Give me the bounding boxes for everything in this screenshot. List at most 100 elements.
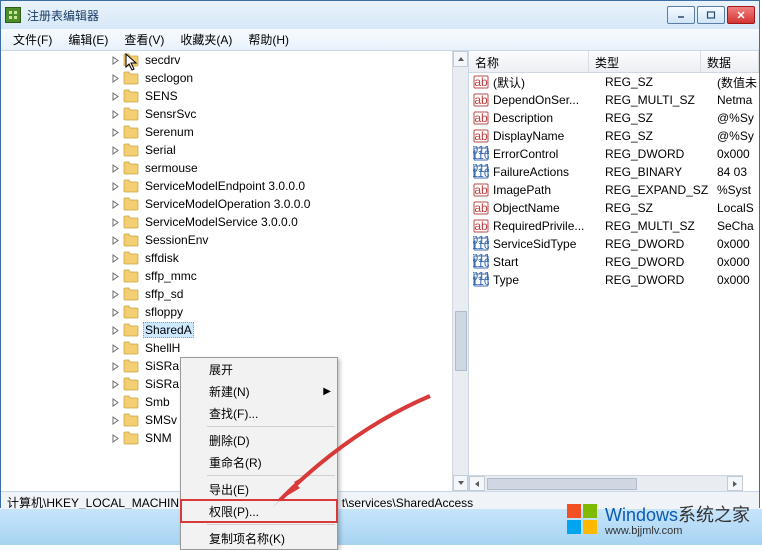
string-value-icon: ab — [473, 74, 489, 90]
folder-icon — [123, 71, 139, 85]
expand-icon[interactable] — [109, 396, 121, 408]
scroll-thumb[interactable] — [455, 311, 467, 371]
ctx-separator — [207, 524, 335, 525]
tree-item[interactable]: ShellH — [1, 339, 452, 357]
menu-favorites[interactable]: 收藏夹(A) — [172, 29, 240, 50]
list-row[interactable]: 011110ErrorControlREG_DWORD0x000 — [469, 145, 759, 163]
expand-icon[interactable] — [109, 432, 121, 444]
folder-icon — [123, 341, 139, 355]
value-name: ServiceSidType — [493, 237, 605, 251]
tree-item[interactable]: Serenum — [1, 123, 452, 141]
ctx-new[interactable]: 新建(N) ▶ — [181, 380, 337, 402]
ctx-rename[interactable]: 重命名(R) — [181, 451, 337, 473]
list-row[interactable]: 011110FailureActionsREG_BINARY84 03 — [469, 163, 759, 181]
folder-icon — [123, 107, 139, 121]
list-row[interactable]: abDependOnSer...REG_MULTI_SZNetma — [469, 91, 759, 109]
value-name: Type — [493, 273, 605, 287]
tree-item[interactable]: sfloppy — [1, 303, 452, 321]
expand-icon[interactable] — [109, 216, 121, 228]
expand-icon[interactable] — [109, 306, 121, 318]
list-row[interactable]: abImagePathREG_EXPAND_SZ%Syst — [469, 181, 759, 199]
list-row[interactable]: 011110ServiceSidTypeREG_DWORD0x000 — [469, 235, 759, 253]
expand-icon[interactable] — [109, 414, 121, 426]
value-name: (默认) — [493, 74, 605, 91]
expand-icon[interactable] — [109, 324, 121, 336]
expand-icon[interactable] — [109, 252, 121, 264]
expand-icon[interactable] — [109, 108, 121, 120]
submenu-arrow-icon: ▶ — [323, 386, 331, 397]
list-row[interactable]: abDisplayNameREG_SZ@%Sy — [469, 127, 759, 145]
scroll-thumb[interactable] — [487, 478, 637, 490]
folder-icon — [123, 197, 139, 211]
list-row[interactable]: 011110StartREG_DWORD0x000 — [469, 253, 759, 271]
expand-icon[interactable] — [109, 270, 121, 282]
expand-icon[interactable] — [109, 180, 121, 192]
expand-icon[interactable] — [109, 162, 121, 174]
expand-icon[interactable] — [109, 234, 121, 246]
menu-help[interactable]: 帮助(H) — [240, 29, 297, 50]
expand-icon[interactable] — [109, 126, 121, 138]
value-data: LocalS — [717, 201, 759, 215]
list-row[interactable]: abDescriptionREG_SZ@%Sy — [469, 109, 759, 127]
expand-icon[interactable] — [109, 360, 121, 372]
expand-icon[interactable] — [109, 342, 121, 354]
tree-item[interactable]: sermouse — [1, 159, 452, 177]
close-button[interactable] — [727, 6, 755, 24]
tree-label: ServiceModelService 3.0.0.0 — [143, 215, 300, 229]
svg-text:110: 110 — [473, 148, 489, 162]
tree-label: SiSRa — [143, 377, 181, 391]
column-type[interactable]: 类型 — [589, 51, 701, 72]
ctx-delete[interactable]: 删除(D) — [181, 429, 337, 451]
binary-value-icon: 011110 — [473, 254, 489, 270]
tree-item[interactable]: seclogon — [1, 69, 452, 87]
column-name[interactable]: 名称 — [469, 51, 589, 72]
tree-item[interactable]: sffp_sd — [1, 285, 452, 303]
tree-item[interactable]: SharedA — [1, 321, 452, 339]
ctx-export[interactable]: 导出(E) — [181, 478, 337, 500]
tree-item[interactable]: SensrSvc — [1, 105, 452, 123]
scroll-right-arrow-icon[interactable] — [727, 476, 743, 491]
tree-item[interactable]: SENS — [1, 87, 452, 105]
ctx-copy-key-name[interactable]: 复制项名称(K) — [181, 527, 337, 549]
expand-icon[interactable] — [109, 72, 121, 84]
list-row[interactable]: abRequiredPrivile...REG_MULTI_SZSeCha — [469, 217, 759, 235]
scroll-left-arrow-icon[interactable] — [469, 476, 485, 491]
menu-file[interactable]: 文件(F) — [5, 29, 60, 50]
folder-icon — [123, 305, 139, 319]
expand-icon[interactable] — [109, 378, 121, 390]
minimize-button[interactable] — [667, 6, 695, 24]
tree-item[interactable]: Serial — [1, 141, 452, 159]
value-data: @%Sy — [717, 111, 759, 125]
ctx-expand[interactable]: 展开 — [181, 358, 337, 380]
menu-view[interactable]: 查看(V) — [116, 29, 172, 50]
tree-item[interactable]: secdrv — [1, 51, 452, 69]
tree-label: ServiceModelOperation 3.0.0.0 — [143, 197, 312, 211]
tree-item[interactable]: sffp_mmc — [1, 267, 452, 285]
tree-item[interactable]: ServiceModelOperation 3.0.0.0 — [1, 195, 452, 213]
list-row[interactable]: 011110TypeREG_DWORD0x000 — [469, 271, 759, 289]
list-row[interactable]: abObjectNameREG_SZLocalS — [469, 199, 759, 217]
expand-icon[interactable] — [109, 144, 121, 156]
tree-item[interactable]: sffdisk — [1, 249, 452, 267]
ctx-permissions[interactable]: 权限(P)... — [181, 500, 337, 522]
ctx-new-label: 新建(N) — [209, 383, 250, 400]
list-horizontal-scrollbar[interactable] — [469, 475, 743, 491]
tree-item[interactable]: ServiceModelService 3.0.0.0 — [1, 213, 452, 231]
expand-icon[interactable] — [109, 288, 121, 300]
column-data[interactable]: 数据 — [701, 51, 759, 72]
expand-icon[interactable] — [109, 90, 121, 102]
titlebar[interactable]: 注册表编辑器 — [1, 1, 759, 29]
tree-item[interactable]: ServiceModelEndpoint 3.0.0.0 — [1, 177, 452, 195]
tree-item[interactable]: SessionEnv — [1, 231, 452, 249]
scroll-down-arrow-icon[interactable] — [453, 475, 468, 491]
value-data: 84 03 — [717, 165, 759, 179]
maximize-button[interactable] — [697, 6, 725, 24]
menu-edit[interactable]: 编辑(E) — [60, 29, 116, 50]
ctx-find[interactable]: 查找(F)... — [181, 402, 337, 424]
expand-icon[interactable] — [109, 54, 121, 66]
expand-icon[interactable] — [109, 198, 121, 210]
value-data: SeCha — [717, 219, 759, 233]
tree-vertical-scrollbar[interactable] — [452, 51, 468, 491]
scroll-up-arrow-icon[interactable] — [453, 51, 468, 67]
list-row[interactable]: ab(默认)REG_SZ(数值未 — [469, 73, 759, 91]
